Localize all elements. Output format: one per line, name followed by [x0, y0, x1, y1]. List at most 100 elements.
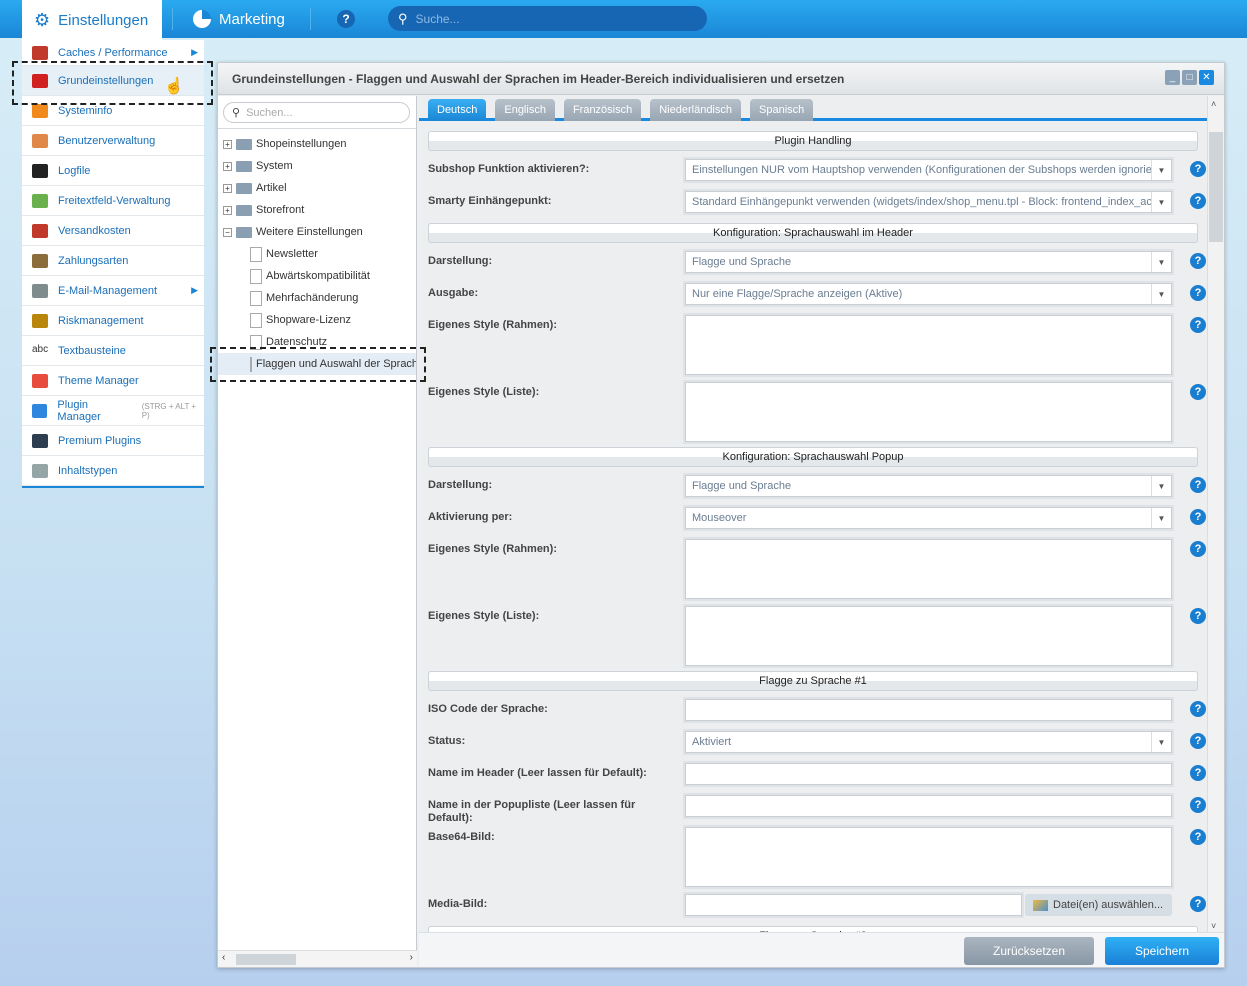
- menu-item-e-mail-management[interactable]: E-Mail-Management ▶: [22, 276, 204, 306]
- theme-icon: [32, 373, 48, 388]
- tab-niederländisch[interactable]: Niederländisch: [650, 99, 741, 121]
- credit-card-icon: [32, 253, 48, 268]
- form-row: Smarty Einhängepunkt: Standard Einhängepu…: [428, 191, 1206, 213]
- select-field[interactable]: Aktiviert ▼: [685, 731, 1172, 753]
- tab-französisch[interactable]: Französisch: [563, 99, 642, 121]
- minimize-icon[interactable]: _: [1165, 70, 1180, 85]
- help-icon[interactable]: ?: [1190, 285, 1206, 301]
- menu-item-premium-plugins[interactable]: Premium Plugins: [22, 426, 204, 456]
- help-icon[interactable]: ?: [1190, 733, 1206, 749]
- help-icon[interactable]: ?: [1190, 384, 1206, 400]
- chevron-down-icon[interactable]: ▼: [1151, 508, 1171, 528]
- tree-node[interactable]: + Artikel: [218, 177, 416, 199]
- help-icon[interactable]: ?: [1190, 765, 1206, 781]
- tree-horizontal-scrollbar[interactable]: ‹ ›: [218, 950, 417, 967]
- menu-item-theme-manager[interactable]: Theme Manager: [22, 366, 204, 396]
- chevron-down-icon[interactable]: ▼: [1151, 252, 1171, 272]
- help-icon[interactable]: ?: [1190, 317, 1206, 333]
- help-icon[interactable]: ?: [1190, 829, 1206, 845]
- form-row: Status: Aktiviert ▼?: [428, 731, 1206, 753]
- maximize-icon[interactable]: □: [1182, 70, 1197, 85]
- language-tabs: Deutsch Englisch Französisch Niederländisch…: [419, 96, 1208, 121]
- help-icon[interactable]: ?: [1190, 253, 1206, 269]
- text-field[interactable]: [685, 795, 1172, 817]
- textarea-field[interactable]: [685, 539, 1172, 599]
- tree-node[interactable]: + System: [218, 155, 416, 177]
- scroll-up-icon[interactable]: ˄: [1211, 99, 1216, 109]
- expand-icon[interactable]: +: [223, 161, 232, 171]
- form-row: Name in der Popupliste (Leer lassen für …: [428, 795, 1206, 824]
- expand-icon[interactable]: +: [223, 183, 232, 193]
- collapse-icon[interactable]: −: [223, 227, 232, 237]
- chevron-down-icon[interactable]: ▼: [1151, 476, 1171, 496]
- select-field[interactable]: Mouseover ▼: [685, 507, 1172, 529]
- save-button[interactable]: Speichern: [1105, 937, 1219, 965]
- menu-item-versandkosten[interactable]: Versandkosten: [22, 216, 204, 246]
- text-field[interactable]: [685, 699, 1172, 721]
- chevron-down-icon[interactable]: ▼: [1151, 192, 1171, 212]
- menu-item-plugin-manager[interactable]: Plugin Manager (STRG + ALT + P): [22, 396, 204, 426]
- help-icon[interactable]: ?: [1190, 896, 1206, 912]
- folder-icon: [236, 226, 252, 238]
- scroll-down-icon[interactable]: ˅: [1211, 921, 1216, 931]
- expand-icon[interactable]: +: [223, 205, 232, 215]
- tab-deutsch[interactable]: Deutsch: [428, 99, 487, 121]
- tab-spanisch[interactable]: Spanisch: [750, 99, 814, 121]
- close-icon[interactable]: ✕: [1199, 70, 1214, 85]
- help-icon[interactable]: ?: [1190, 541, 1206, 557]
- puzzle-icon: [32, 403, 48, 418]
- select-field[interactable]: Standard Einhängepunkt verwenden (widget…: [685, 191, 1172, 213]
- tree-node[interactable]: Newsletter: [218, 243, 416, 265]
- field-label: Darstellung:: [428, 255, 493, 267]
- select-files-button[interactable]: Datei(en) auswählen...: [1025, 894, 1172, 916]
- nav-help[interactable]: ?: [337, 0, 355, 38]
- textarea-field[interactable]: [685, 315, 1172, 375]
- textarea-field[interactable]: [685, 382, 1172, 442]
- textarea-field[interactable]: [685, 606, 1172, 666]
- expand-icon[interactable]: +: [223, 139, 232, 149]
- folder-icon: [236, 160, 252, 172]
- select-field[interactable]: Einstellungen NUR vom Hauptshop verwende…: [685, 159, 1172, 181]
- tree-search-input[interactable]: ⚲ Suchen...: [223, 102, 410, 123]
- menu-item-freitextfeld-verwaltung[interactable]: Freitextfeld-Verwaltung: [22, 186, 204, 216]
- menu-item-inhaltstypen[interactable]: Inhaltstypen: [22, 456, 204, 486]
- form-row: Darstellung: Flagge und Sprache ▼?: [428, 475, 1206, 497]
- form-row: Ausgabe: Nur eine Flagge/Sprache anzeigen…: [428, 283, 1206, 305]
- menu-item-zahlungsarten[interactable]: Zahlungsarten: [22, 246, 204, 276]
- tree-node[interactable]: Shopware-Lizenz: [218, 309, 416, 331]
- help-icon[interactable]: ?: [1190, 608, 1206, 624]
- tree-node[interactable]: − Weitere Einstellungen: [218, 221, 416, 243]
- help-icon[interactable]: ?: [1190, 701, 1206, 717]
- global-search-input[interactable]: ⚲ Suche...: [388, 6, 707, 31]
- nav-marketing[interactable]: Marketing: [193, 0, 285, 38]
- text-field[interactable]: [685, 894, 1022, 916]
- tree-node[interactable]: + Shopeinstellungen: [218, 133, 416, 155]
- menu-item-riskmanagement[interactable]: Riskmanagement: [22, 306, 204, 336]
- help-icon[interactable]: ?: [1190, 193, 1206, 209]
- menu-item-benutzerverwaltung[interactable]: Benutzerverwaltung: [22, 126, 204, 156]
- help-icon[interactable]: ?: [1190, 509, 1206, 525]
- textarea-field[interactable]: [685, 827, 1172, 887]
- menu-item-logfile[interactable]: Logfile: [22, 156, 204, 186]
- help-icon[interactable]: ?: [1190, 477, 1206, 493]
- reset-button[interactable]: Zurücksetzen: [964, 937, 1094, 965]
- shopware-icon: [32, 433, 48, 448]
- menu-item-textbausteine[interactable]: abc Textbausteine: [22, 336, 204, 366]
- nav-settings[interactable]: ⚙ Einstellungen: [22, 0, 162, 40]
- text-field[interactable]: [685, 763, 1172, 785]
- chevron-down-icon[interactable]: ▼: [1151, 160, 1171, 180]
- tree-node[interactable]: Mehrfachänderung: [218, 287, 416, 309]
- chevron-down-icon[interactable]: ▼: [1151, 284, 1171, 304]
- window-title: Grundeinstellungen - Flaggen und Auswahl…: [218, 63, 1224, 95]
- tree-node[interactable]: Abwärtskompatibilität: [218, 265, 416, 287]
- select-field[interactable]: Flagge und Sprache ▼: [685, 475, 1172, 497]
- document-icon: [250, 290, 262, 306]
- tree-node[interactable]: + Storefront: [218, 199, 416, 221]
- chevron-down-icon[interactable]: ▼: [1151, 732, 1171, 752]
- help-icon[interactable]: ?: [1190, 797, 1206, 813]
- form-vertical-scrollbar[interactable]: ˄ ˅: [1207, 96, 1224, 934]
- select-field[interactable]: Nur eine Flagge/Sprache anzeigen (Aktive…: [685, 283, 1172, 305]
- tab-englisch[interactable]: Englisch: [495, 99, 555, 121]
- select-field[interactable]: Flagge und Sprache ▼: [685, 251, 1172, 273]
- help-icon[interactable]: ?: [1190, 161, 1206, 177]
